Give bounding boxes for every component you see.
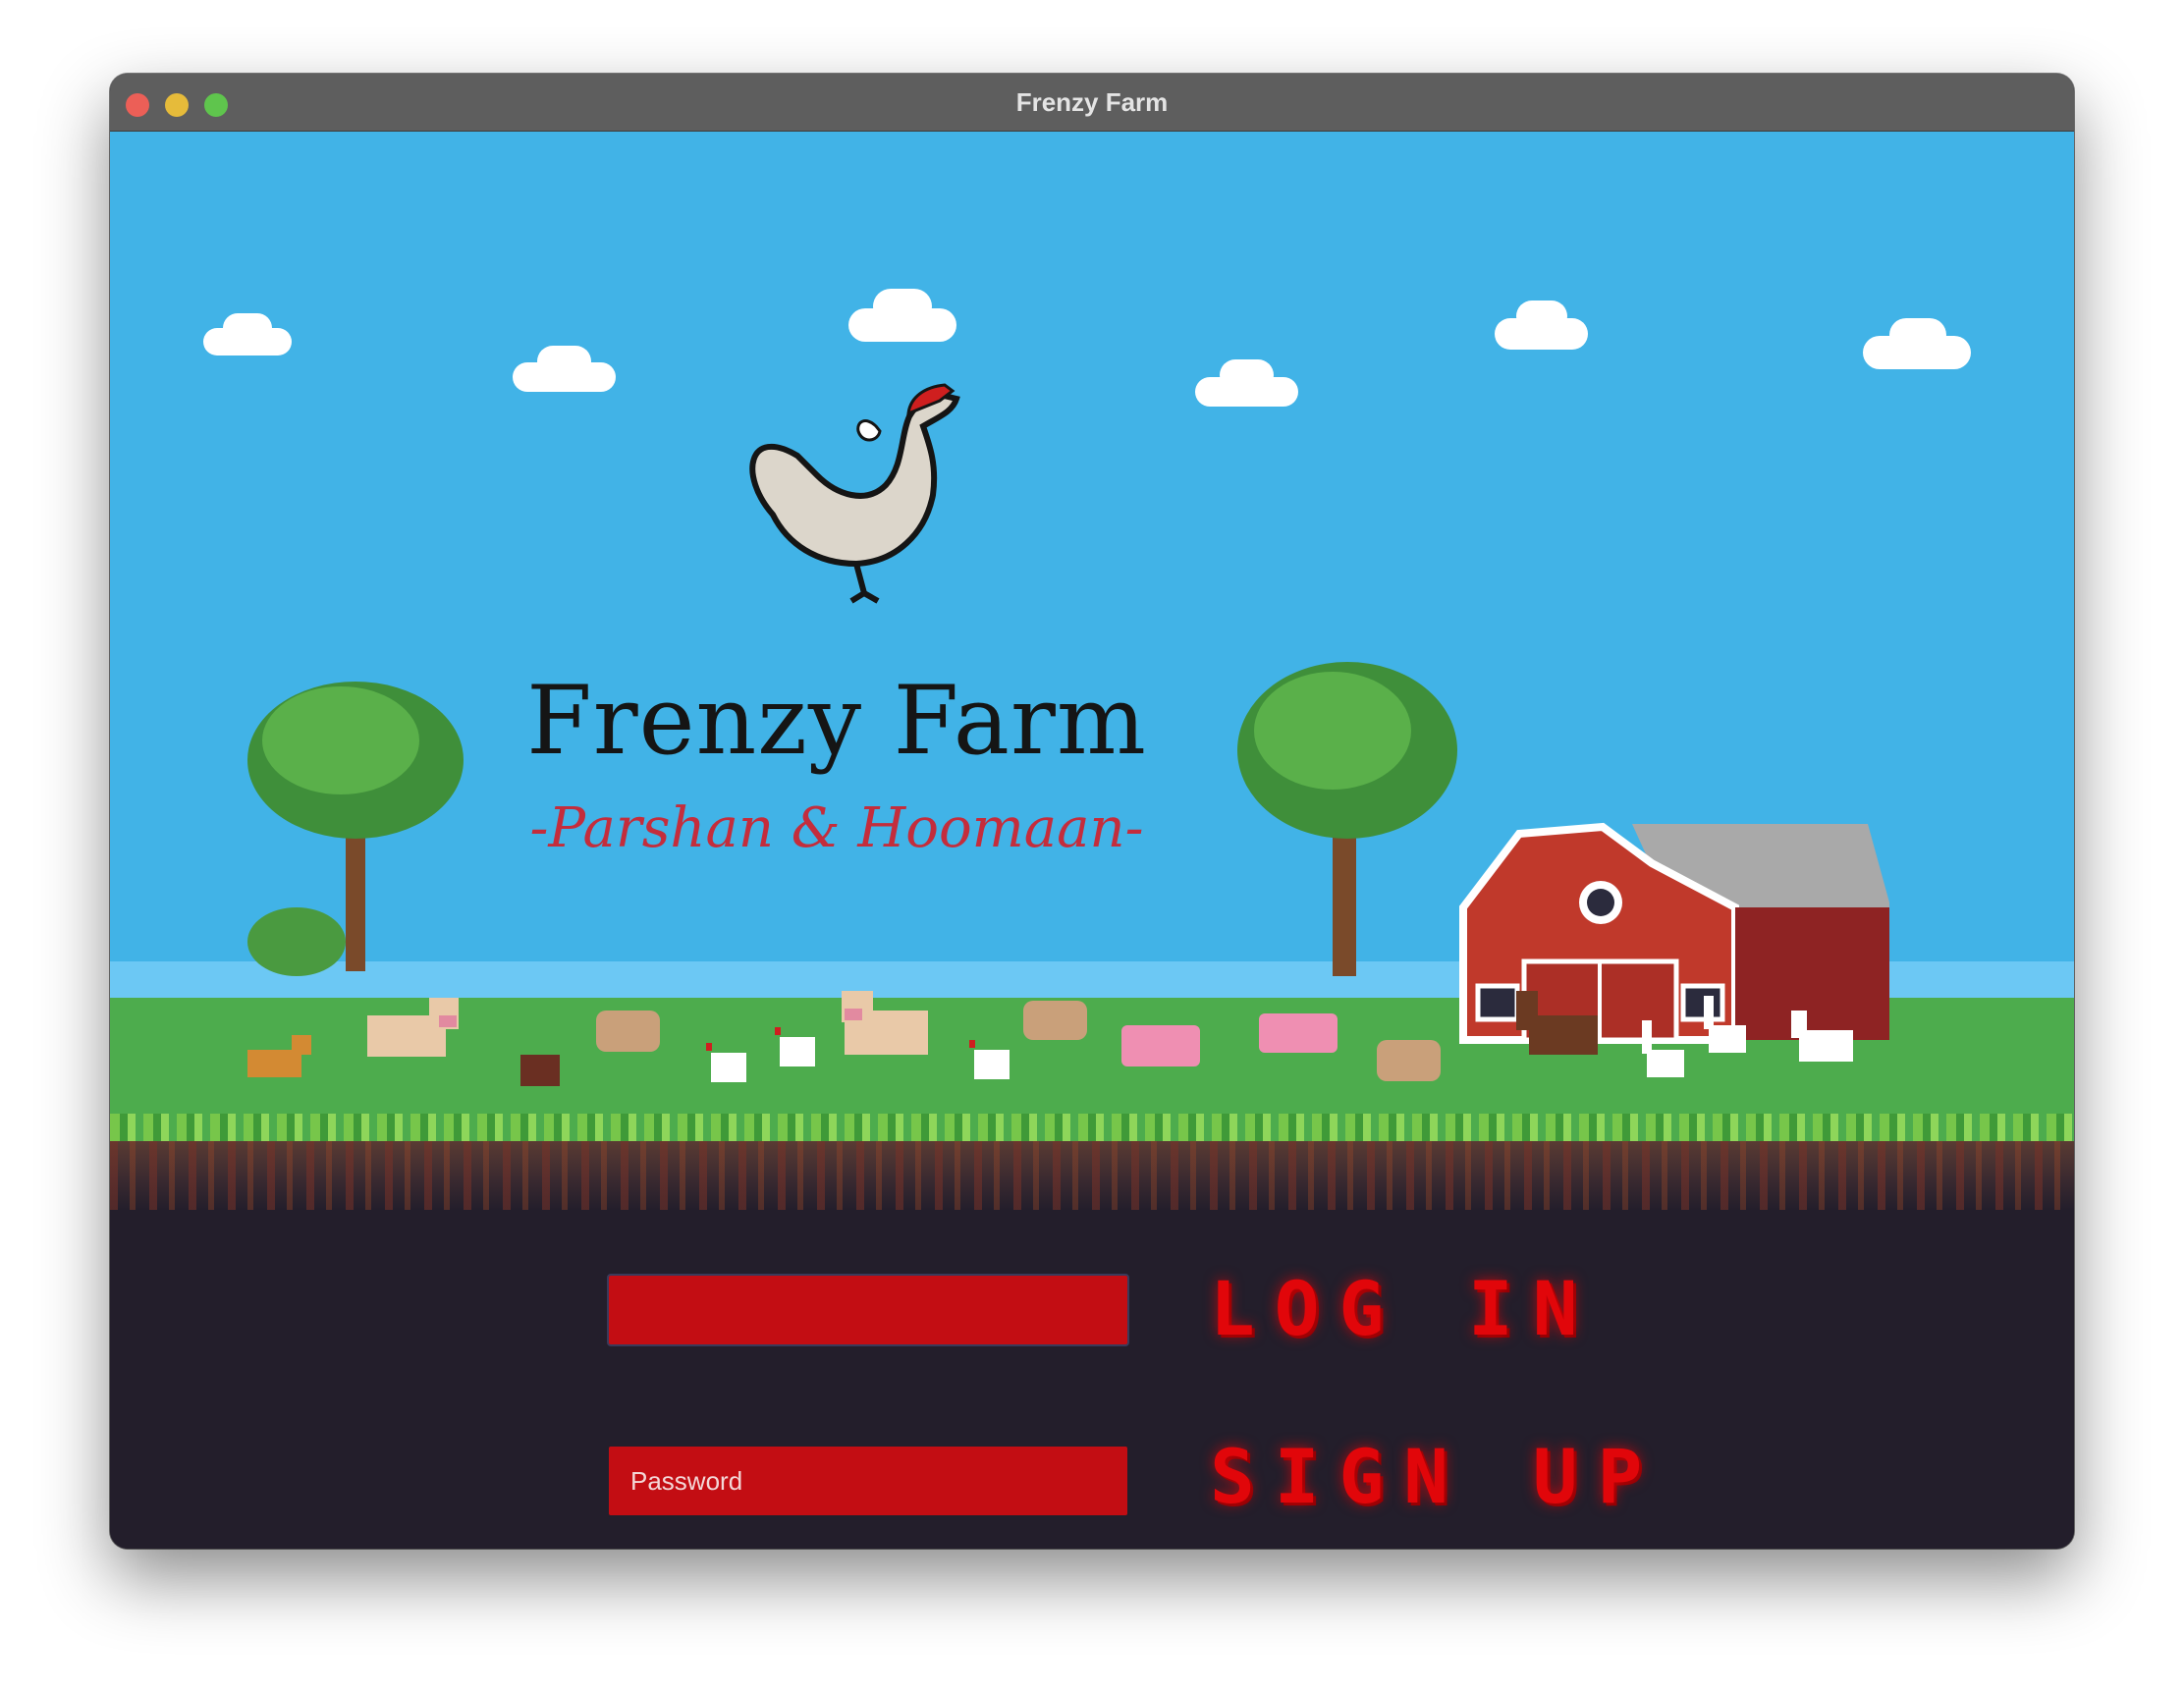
sheep-icon bbox=[1377, 1040, 1441, 1081]
pig-icon bbox=[1259, 1013, 1338, 1053]
window-title: Frenzy Farm bbox=[1015, 87, 1169, 117]
cloud-icon bbox=[513, 346, 616, 392]
cloud-icon bbox=[203, 313, 292, 355]
cloud-icon bbox=[1863, 318, 1971, 369]
chicken-icon bbox=[969, 1040, 1010, 1079]
login-button[interactable]: LOG IN bbox=[1210, 1264, 1598, 1352]
cow-icon bbox=[842, 991, 928, 1055]
app-logo-title: Frenzy Farm bbox=[526, 666, 1147, 776]
app-logo: Frenzy Farm -Parshan & Hoomaan- bbox=[473, 426, 1200, 860]
password-field[interactable] bbox=[607, 1445, 1129, 1517]
chicken-icon bbox=[775, 1027, 815, 1066]
turkey-icon bbox=[520, 1055, 560, 1086]
pig-icon bbox=[1121, 1025, 1200, 1066]
cloud-icon bbox=[1195, 359, 1298, 407]
cow-icon bbox=[367, 998, 459, 1057]
tree-icon bbox=[1237, 662, 1457, 976]
title-bar: Frenzy Farm bbox=[110, 74, 2074, 132]
dog-icon bbox=[247, 1035, 311, 1077]
app-logo-subtitle: -Parshan & Hoomaan- bbox=[529, 796, 1144, 860]
cloud-icon bbox=[1495, 301, 1588, 350]
cloud-icon bbox=[848, 289, 956, 342]
sheep-icon bbox=[1023, 1001, 1087, 1040]
app-window: Frenzy Farm Frenzy Farm -Parshan & Hooma… bbox=[110, 74, 2074, 1549]
username-field[interactable] bbox=[607, 1274, 1129, 1346]
chicken-icon bbox=[706, 1043, 746, 1082]
sheep-icon bbox=[596, 1011, 660, 1052]
tree-icon bbox=[247, 682, 464, 976]
signup-button[interactable]: SIGN UP bbox=[1210, 1432, 1662, 1520]
